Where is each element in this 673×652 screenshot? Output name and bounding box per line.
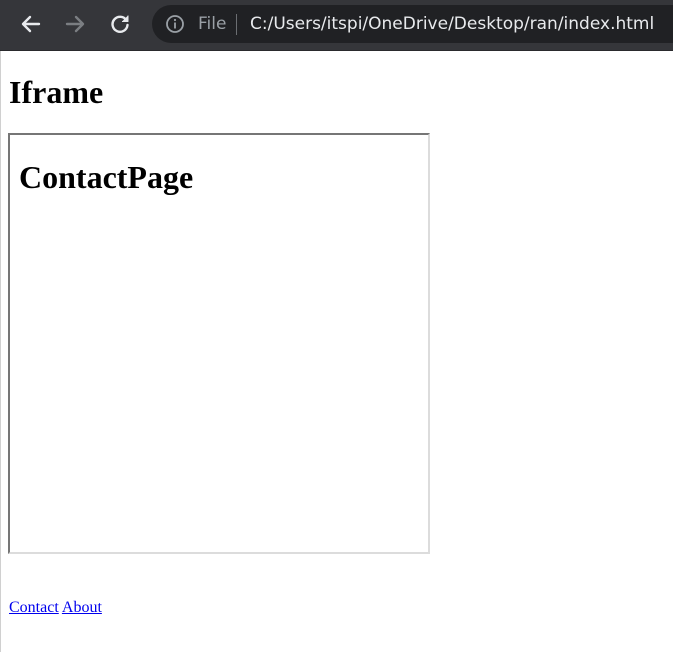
forward-button[interactable] — [59, 8, 91, 40]
viewport-edge — [0, 51, 1, 652]
embedded-iframe[interactable]: ContactPage — [8, 133, 430, 554]
contact-link[interactable]: Contact — [9, 599, 59, 616]
forward-arrow-icon — [65, 15, 85, 33]
back-arrow-icon — [21, 15, 41, 33]
reload-icon — [111, 15, 129, 33]
url-text[interactable]: C:/Users/itspi/OneDrive/Desktop/ran/inde… — [250, 13, 654, 35]
iframe-heading: ContactPage — [19, 159, 194, 195]
back-button[interactable] — [15, 8, 47, 40]
address-bar[interactable]: File C:/Users/itspi/OneDrive/Desktop/ran… — [152, 5, 673, 43]
nav-links: Contact About — [9, 598, 102, 618]
reload-button[interactable] — [104, 8, 136, 40]
page-title: Iframe — [9, 74, 104, 110]
url-separator — [236, 14, 237, 35]
url-scheme-label: File — [198, 14, 227, 34]
info-icon[interactable] — [165, 14, 185, 34]
about-link[interactable]: About — [62, 599, 102, 616]
browser-toolbar: File C:/Users/itspi/OneDrive/Desktop/ran… — [0, 0, 673, 51]
